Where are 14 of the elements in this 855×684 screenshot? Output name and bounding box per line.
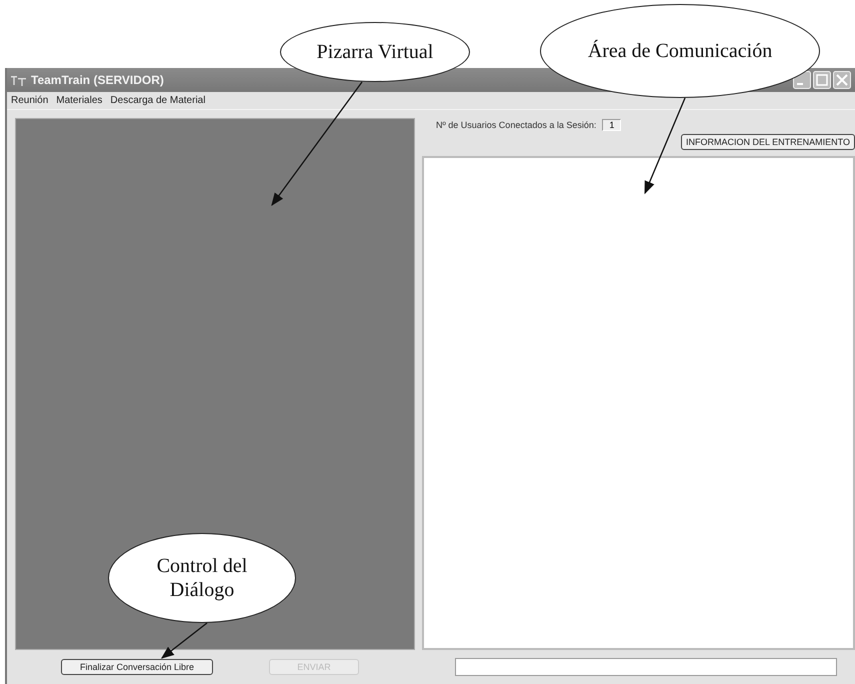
training-info-button[interactable]: INFORMACION DEL ENTRENAMIENTO	[680, 134, 855, 150]
arrow	[160, 622, 208, 659]
callout-bubble: Área de Comunicación	[540, 4, 820, 98]
menu-item[interactable]: Descarga de Material	[110, 95, 206, 106]
users-label: Nº de Usuarios Conectados a la Sesión:	[436, 120, 596, 130]
callout-bubble: Pizarra Virtual	[280, 22, 470, 82]
close-icon[interactable]	[833, 71, 851, 89]
message-input-field[interactable]	[455, 658, 837, 676]
menu-item[interactable]: Reunión	[11, 95, 48, 106]
end-conversation-button[interactable]: Finalizar Conversación Libre	[61, 659, 213, 675]
menu-item[interactable]: Materiales	[56, 95, 102, 106]
app-icon	[11, 74, 27, 86]
users-count-field: 1	[602, 119, 622, 131]
window-title: TeamTrain (SERVIDOR)	[31, 73, 164, 87]
